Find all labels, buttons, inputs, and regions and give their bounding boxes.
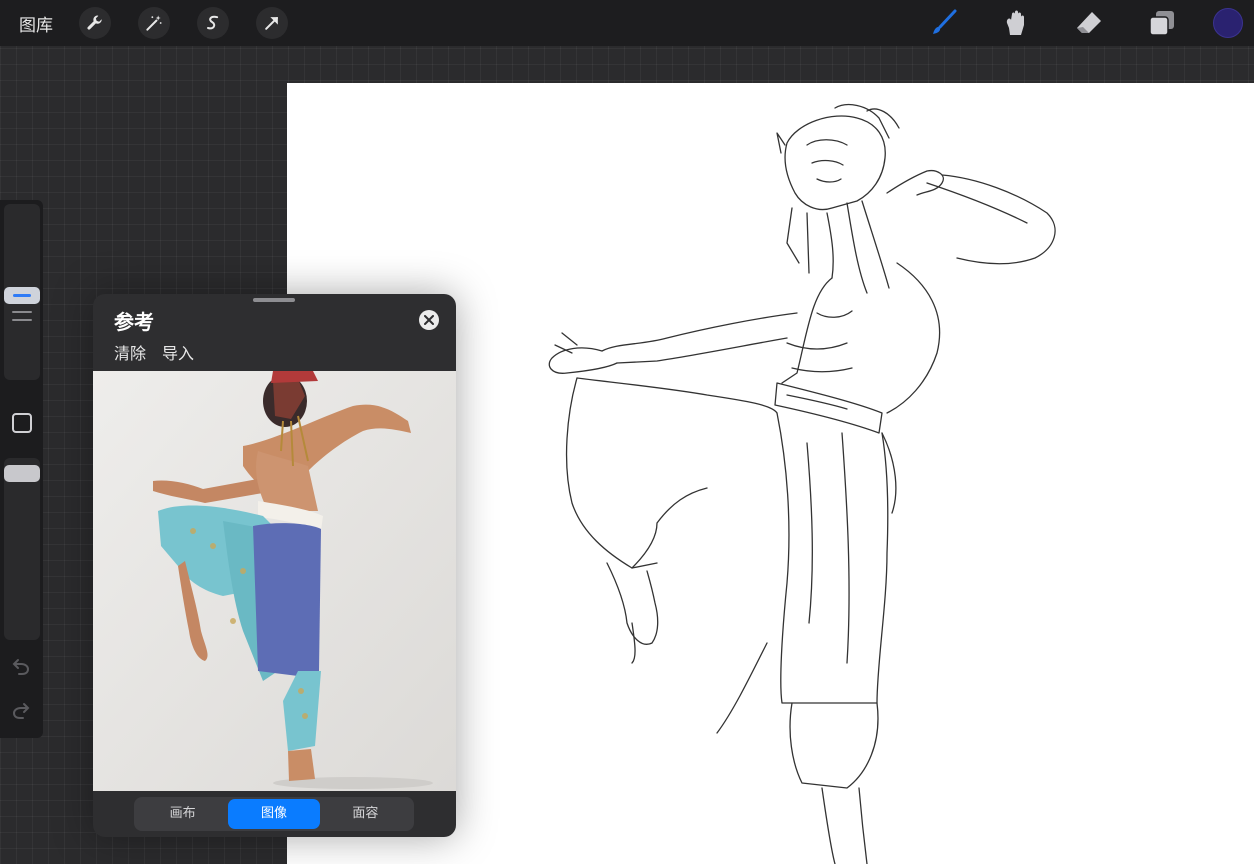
size-presets-icon	[12, 311, 32, 327]
tab-canvas[interactable]: 画布	[137, 799, 228, 829]
dancer-photo	[93, 371, 456, 791]
left-sidebar	[0, 200, 43, 738]
tab-image[interactable]: 图像	[228, 799, 320, 829]
modify-button[interactable]	[12, 413, 32, 433]
color-picker-button[interactable]	[1213, 8, 1243, 38]
smudge-tool[interactable]	[996, 3, 1036, 43]
wrench-icon	[87, 15, 102, 30]
transform-arrow-icon	[265, 17, 278, 30]
adjustments-button[interactable]	[138, 7, 170, 39]
layers-tool[interactable]	[1142, 3, 1182, 43]
import-button[interactable]: 导入	[162, 340, 194, 364]
opacity-slider[interactable]	[4, 458, 40, 640]
top-toolbar: 图库	[0, 0, 1254, 46]
close-icon	[424, 315, 434, 325]
layers-icon	[1149, 11, 1174, 36]
selection-button[interactable]	[197, 7, 229, 39]
reference-panel: 参考 清除 导入 画布 图像 面容	[93, 294, 456, 837]
close-reference-button[interactable]	[419, 310, 439, 330]
gallery-button[interactable]: 图库	[19, 11, 53, 36]
selection-s-icon	[207, 15, 219, 30]
reference-actions: 清除 导入	[114, 340, 210, 364]
undo-icon[interactable]	[9, 655, 33, 679]
redo-icon[interactable]	[9, 699, 33, 723]
actions-button[interactable]	[79, 7, 111, 39]
magic-wand-icon	[146, 15, 162, 31]
reference-photo	[93, 371, 456, 791]
eraser-icon	[1077, 12, 1101, 33]
opacity-handle[interactable]	[4, 465, 40, 482]
eraser-tool[interactable]	[1069, 3, 1109, 43]
brush-icon	[933, 9, 957, 34]
reference-title: 参考	[114, 310, 154, 334]
clear-button[interactable]: 清除	[114, 340, 146, 364]
panel-grabber[interactable]	[253, 298, 295, 302]
transform-button[interactable]	[256, 7, 288, 39]
brush-size-handle[interactable]	[4, 287, 40, 304]
reference-mode-tabs: 画布 图像 面容	[134, 797, 414, 831]
tab-face[interactable]: 面容	[320, 799, 411, 829]
right-tools	[890, 0, 1254, 46]
brush-tool[interactable]	[923, 3, 963, 43]
smudge-icon	[1006, 10, 1024, 35]
